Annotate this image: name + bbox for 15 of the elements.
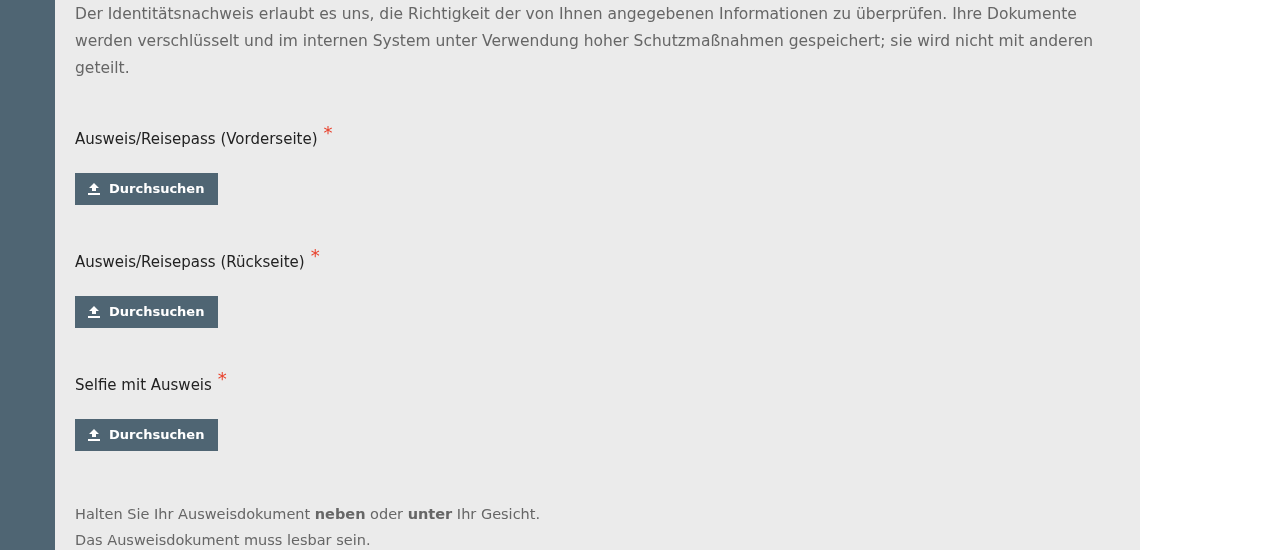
browse-button[interactable]: Durchsuchen [75,296,218,328]
required-asterisk: * [217,370,227,388]
browse-button[interactable]: Durchsuchen [75,419,218,451]
upload-icon [87,182,101,196]
required-asterisk: * [310,247,320,265]
field-label: Selfie mit Ausweis [75,375,212,396]
intro-paragraph: Der Identitätsnachweis erlaubt es uns, die Richtigkeit der von Ihnen angegebenen Informationen zu überprüfen. Ihre Dokumente werden verschlüsselt und im internen System unter Verwendung hoher Schutzmaßnahmen gespeichert; sie wird nicht mit anderen geteilt. [75,4,1095,79]
required-asterisk: * [323,124,333,142]
field-label: Ausweis/Reisepass (Rückseite) [75,252,305,273]
field-label: Ausweis/Reisepass (Vorderseite) [75,129,318,150]
browse-button[interactable]: Durchsuchen [75,173,218,205]
hint-text: Das Ausweisdokument muss lesbar sein. [75,531,372,550]
hint-text: Halten Sie Ihr Ausweisdokument neben oder unter Ihr Gesicht. [75,505,542,524]
upload-icon [87,428,101,442]
upload-icon [87,305,101,319]
